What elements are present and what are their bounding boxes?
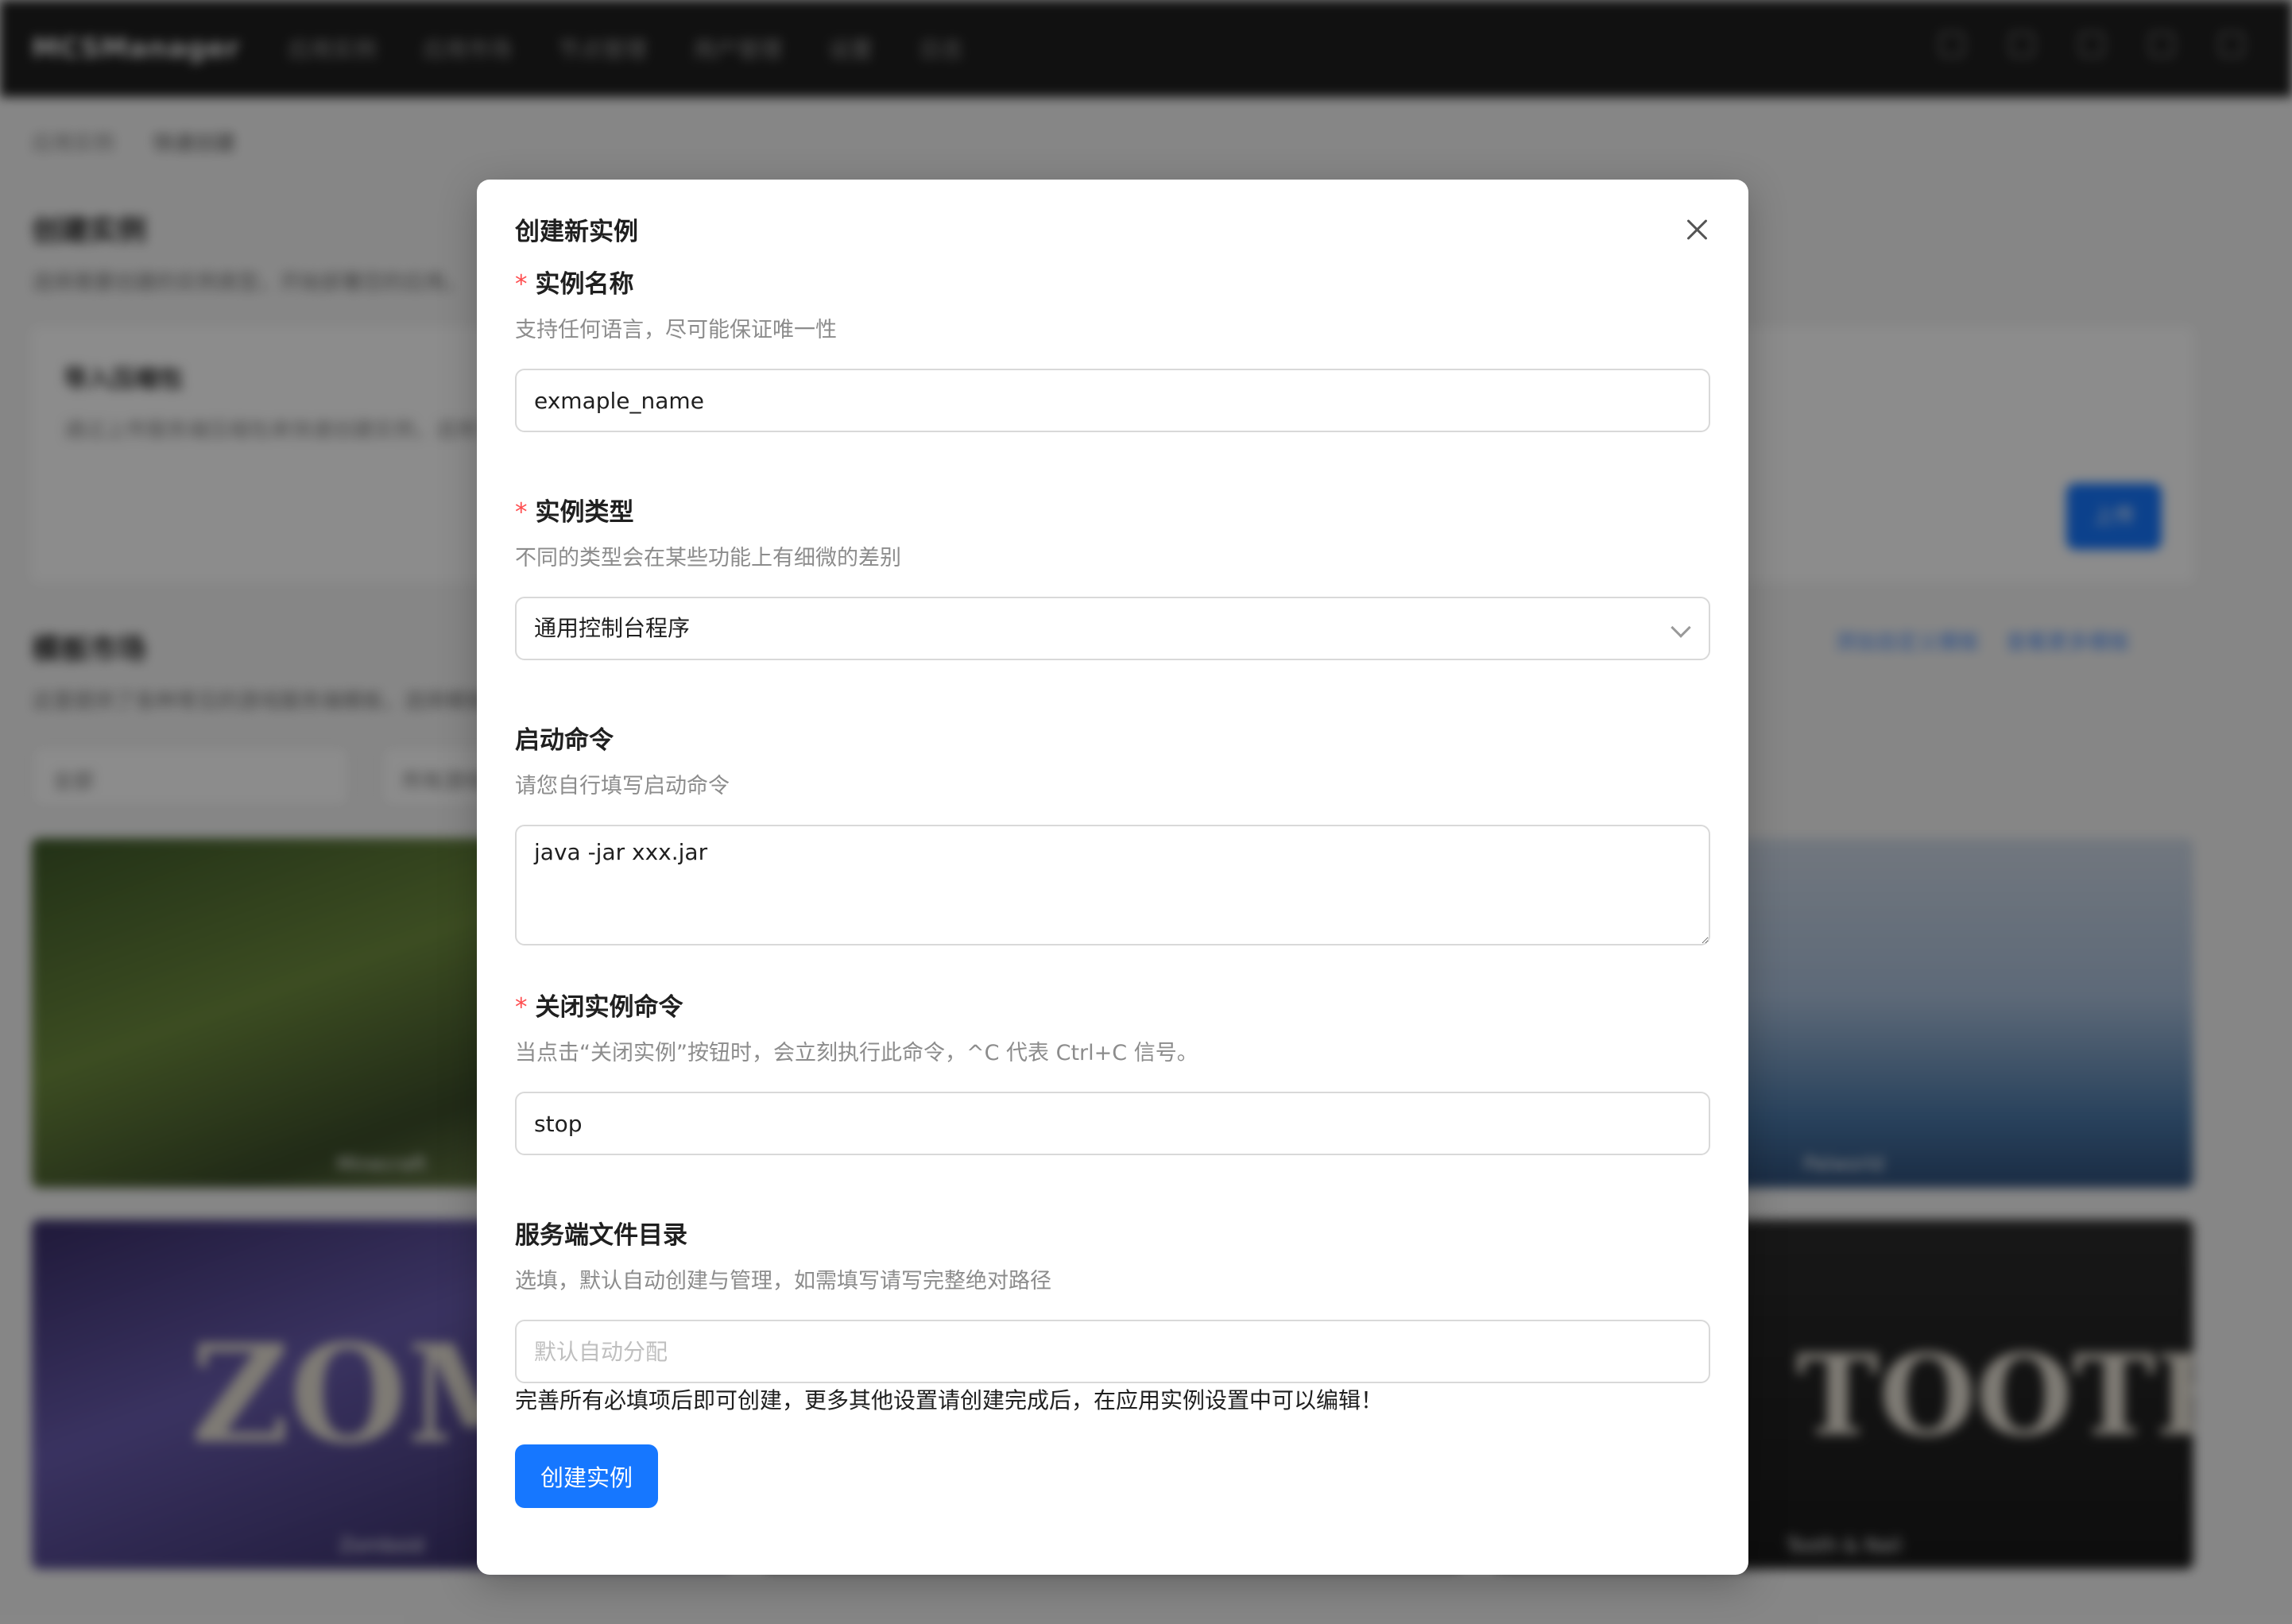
server-directory-label: 服务端文件目录 bbox=[515, 1221, 687, 1250]
instance-type-label: * 实例类型 bbox=[515, 498, 634, 527]
start-command-field: 启动命令 请您自行填写启动命令 java -jar xxx.jar bbox=[515, 723, 1710, 949]
stop-command-help: 当点击“关闭实例”按钮时，会立刻执行此命令，^C 代表 Ctrl+C 信号。 bbox=[515, 1041, 1198, 1065]
stop-command-label: * 关闭实例命令 bbox=[515, 993, 683, 1022]
instance-name-input[interactable] bbox=[515, 369, 1710, 432]
instance-type-help: 不同的类型会在某些功能上有细微的差别 bbox=[515, 546, 901, 570]
instance-type-value: 通用控制台程序 bbox=[534, 615, 691, 641]
stop-command-field: * 关闭实例命令 当点击“关闭实例”按钮时，会立刻执行此命令，^C 代表 Ctrl… bbox=[515, 990, 1710, 1155]
server-directory-input[interactable] bbox=[515, 1320, 1710, 1383]
start-command-label: 启动命令 bbox=[515, 726, 614, 755]
create-instance-dialog: 创建新实例 *实例名称 支持任何语言，尽可能保证唯一性 *实例类型 不同的类型会… bbox=[477, 180, 1748, 1575]
required-mark: * bbox=[515, 270, 528, 299]
instance-name-field: * 实例名称 支持任何语言，尽可能保证唯一性 bbox=[515, 267, 1710, 432]
chevron-down-icon bbox=[1671, 617, 1691, 638]
stop-command-input[interactable] bbox=[515, 1092, 1710, 1155]
server-directory-field: 服务端文件目录 选填，默认自动创建与管理，如需填写请写完整绝对路径 bbox=[515, 1218, 1710, 1383]
start-command-help: 请您自行填写启动命令 bbox=[515, 774, 730, 798]
required-mark: * bbox=[515, 498, 528, 527]
instance-name-label: * 实例名称 bbox=[515, 270, 634, 299]
start-command-textarea[interactable]: java -jar xxx.jar bbox=[515, 825, 1710, 945]
server-directory-help: 选填，默认自动创建与管理，如需填写请写完整绝对路径 bbox=[515, 1269, 1051, 1293]
create-instance-button[interactable]: 创建实例 bbox=[515, 1444, 659, 1508]
instance-name-help: 支持任何语言，尽可能保证唯一性 bbox=[515, 318, 837, 342]
close-icon[interactable] bbox=[1677, 210, 1717, 249]
required-mark: * bbox=[515, 993, 528, 1022]
instance-type-select[interactable]: 通用控制台程序 bbox=[515, 597, 1710, 660]
dialog-title: 创建新实例 bbox=[515, 218, 638, 246]
instance-type-field: * 实例类型 不同的类型会在某些功能上有细微的差别 通用控制台程序 bbox=[515, 495, 1710, 660]
create-notice: 完善所有必填项后即可创建，更多其他设置请创建完成后，在应用实例设置中可以编辑！ bbox=[515, 1387, 1384, 1413]
